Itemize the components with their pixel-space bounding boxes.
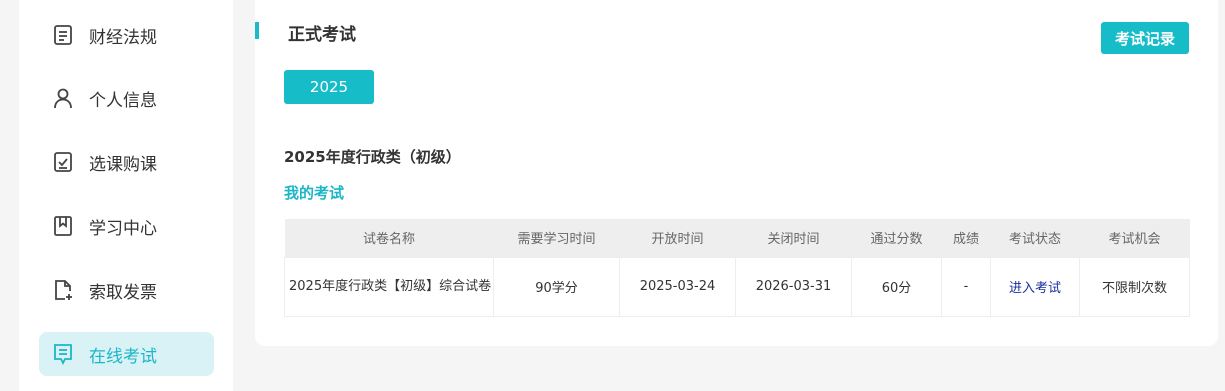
sidebar-item-label: 在线考试 [89, 346, 157, 367]
column-header: 考试状态 [990, 219, 1080, 257]
bookmark-icon [51, 214, 75, 238]
open-time: 2025-03-24 [619, 256, 736, 317]
my-exam-label: 我的考试 [284, 184, 345, 202]
exam-category-title: 2025年度行政类（初级） [284, 148, 461, 166]
enter-exam-link[interactable]: 进入考试 [1009, 281, 1061, 296]
column-header: 通过分数 [851, 219, 942, 257]
sidebar-item-label: 学习中心 [89, 218, 157, 239]
table-row: 2025年度行政类【初级】综合试卷 90学分 2025-03-24 2026-0… [284, 256, 1190, 317]
column-header: 考试机会 [1079, 219, 1190, 257]
file-add-icon [51, 278, 75, 302]
sidebar-item-label: 财经法规 [89, 27, 157, 48]
user-icon [51, 86, 75, 110]
title-accent-bar [255, 22, 259, 39]
sidebar-item-regulations[interactable]: 财经法规 [39, 13, 214, 57]
pass-score: 60分 [851, 256, 942, 317]
exam-attempts: 不限制次数 [1079, 256, 1190, 317]
sidebar-item-label: 索取发票 [89, 282, 157, 303]
column-header: 试卷名称 [284, 219, 494, 257]
year-tab-button[interactable]: 2025 [284, 70, 374, 104]
required-study-time: 90学分 [493, 256, 620, 317]
exam-table: 试卷名称 需要学习时间 开放时间 关闭时间 通过分数 成绩 考试状态 考试机会 … [284, 219, 1190, 317]
exam-panel: 正式考试 考试记录 2025 2025年度行政类（初级） 我的考试 试卷名称 需… [255, 0, 1218, 346]
sidebar-item-courses[interactable]: 选课购课 [39, 140, 214, 184]
sidebar-item-invoice[interactable]: 索取发票 [39, 268, 214, 312]
column-header: 需要学习时间 [493, 219, 620, 257]
sidebar-item-online-exam[interactable]: 在线考试 [39, 332, 214, 376]
sidebar-item-profile[interactable]: 个人信息 [39, 76, 214, 120]
column-header: 开放时间 [619, 219, 736, 257]
exam-status-cell: 进入考试 [990, 256, 1080, 317]
score: - [941, 256, 991, 317]
sidebar: 财经法规 个人信息 选课购课 学习中心 索取发票 在线考试 [19, 0, 233, 391]
page-title: 正式考试 [288, 25, 356, 45]
column-header: 成绩 [941, 219, 991, 257]
table-header-row: 试卷名称 需要学习时间 开放时间 关闭时间 通过分数 成绩 考试状态 考试机会 [284, 219, 1190, 257]
column-header: 关闭时间 [735, 219, 852, 257]
sidebar-item-label: 选课购课 [89, 154, 157, 175]
close-time: 2026-03-31 [735, 256, 852, 317]
exam-record-button[interactable]: 考试记录 [1101, 22, 1189, 54]
checkbox-icon [51, 150, 75, 174]
sidebar-item-study-center[interactable]: 学习中心 [39, 204, 214, 248]
exam-icon [51, 342, 75, 366]
exam-paper-name: 2025年度行政类【初级】综合试卷 [284, 256, 494, 317]
document-icon [51, 23, 75, 47]
sidebar-item-label: 个人信息 [89, 90, 157, 111]
